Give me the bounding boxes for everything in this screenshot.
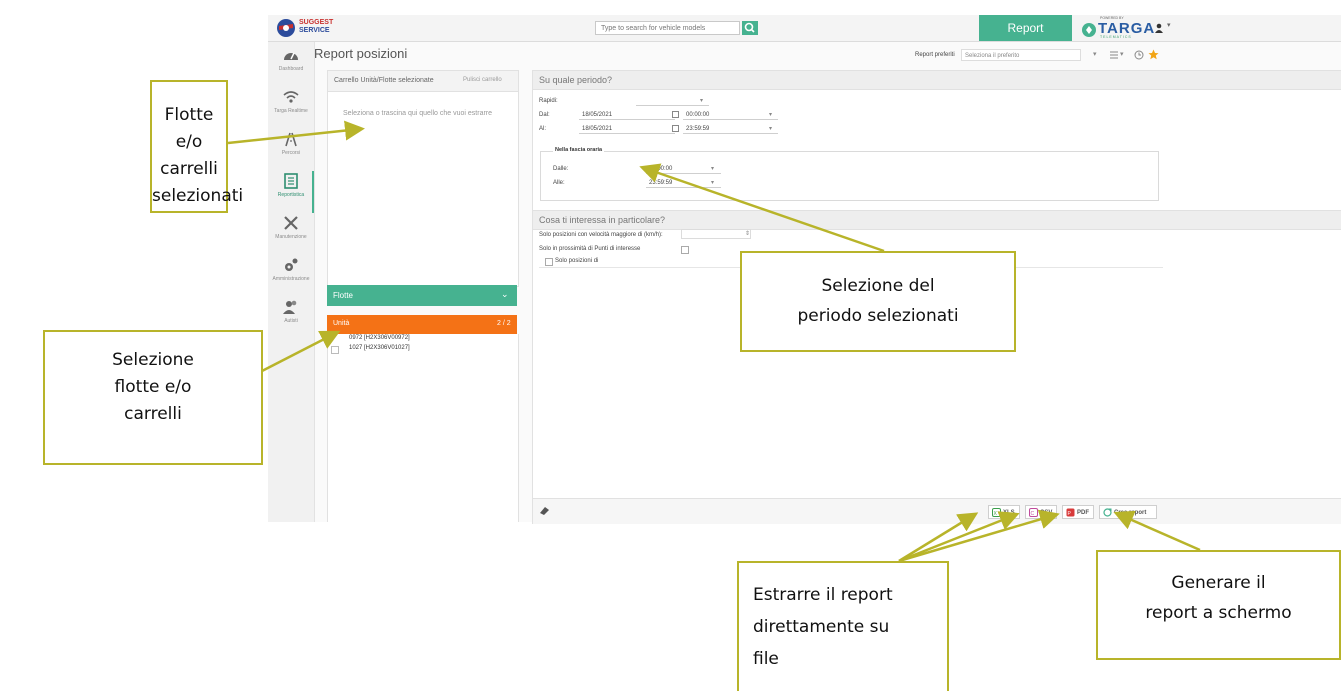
callout-selection: Selezione flotte e/o carrelli [43, 330, 263, 465]
callout-line: flotte e/o [114, 377, 192, 397]
callout-cart: Flotte e/o carrelli selezionati [150, 80, 244, 213]
callout-line: direttamente su [753, 617, 890, 637]
callout-line: Flotte e/o [164, 105, 214, 152]
callout-line: Estrarre il report [753, 585, 893, 605]
callout-extract: Estrarre il report direttamente su file [737, 561, 949, 691]
arrow-period [639, 163, 885, 253]
callout-line: Selezione del [821, 276, 935, 296]
callout-line: Generare il [1171, 573, 1266, 593]
callout-line: Selezione [112, 350, 194, 370]
arrow-csv [898, 511, 1020, 563]
callout-line: carrelli [124, 404, 182, 424]
arrow-create-report [1113, 510, 1201, 552]
callout-line: report a schermo [1145, 603, 1292, 623]
arrow-pdf [898, 509, 1060, 563]
arrow-selection [261, 330, 341, 373]
callout-generate: Generare il report a schermo [1096, 550, 1341, 660]
callout-period: Selezione del periodo selezionati [740, 251, 1016, 352]
callout-line: selezionati [152, 186, 244, 206]
arrow-cart [227, 120, 365, 145]
arrow-xls [898, 512, 979, 563]
callout-line: periodo selezionati [797, 306, 959, 326]
callout-line: file [753, 649, 779, 669]
callout-line: carrelli [160, 159, 218, 179]
